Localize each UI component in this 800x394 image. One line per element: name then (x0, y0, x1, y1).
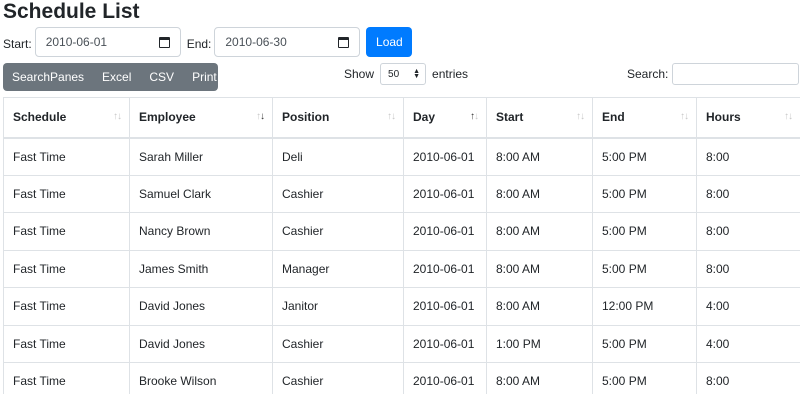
cell-day: 2010-06-01 (403, 174, 487, 213)
cell-schedule: Fast Time (3, 362, 130, 394)
end-date-value: 2010-06-30 (225, 35, 287, 49)
sort-icon: ↑↓ (113, 111, 122, 122)
cell-start: 8:00 AM (486, 249, 593, 288)
cell-schedule: Fast Time (3, 212, 130, 251)
cell-day: 2010-06-01 (403, 362, 487, 394)
csv-button[interactable]: CSV (140, 63, 183, 91)
select-arrows-icon: ▲ ▼ (413, 68, 421, 80)
cell-schedule: Fast Time (3, 137, 130, 176)
cell-schedule: Fast Time (3, 324, 130, 363)
date-filter: Start: 2010-06-01 End: 2010-06-30 Load (3, 27, 413, 57)
search-input[interactable] (672, 63, 800, 85)
excel-button[interactable]: Excel (93, 63, 140, 91)
cell-employee: Nancy Brown (129, 212, 273, 251)
sort-icon: ↑↓ (680, 111, 689, 122)
cell-employee: David Jones (129, 287, 273, 326)
table-row: Fast Time David Jones Cashier 2010-06-01 1:0… (3, 324, 800, 363)
search-label: Search: (627, 67, 669, 81)
searchpanes-button[interactable]: SearchPanes (3, 63, 93, 91)
cell-day: 2010-06-01 (403, 212, 487, 251)
cell-end: 12:00 PM (592, 287, 697, 326)
column-header-position[interactable]: Position ↑↓ (272, 97, 404, 139)
cell-employee: James Smith (129, 249, 273, 288)
column-header-schedule[interactable]: Schedule ↑↓ (3, 97, 130, 139)
cell-day: 2010-06-01 (403, 287, 487, 326)
cell-hours: 4:00 (696, 287, 800, 326)
cell-hours: 8:00 (696, 137, 800, 176)
cell-day: 2010-06-01 (403, 324, 487, 363)
table-row: Fast Time James Smith Manager 2010-06-01 8:0… (3, 249, 800, 288)
cell-start: 8:00 AM (486, 174, 593, 213)
cell-schedule: Fast Time (3, 249, 130, 288)
cell-position: Cashier (272, 174, 404, 213)
show-label: Show (344, 67, 375, 81)
cell-end: 5:00 PM (592, 174, 697, 213)
cell-day: 2010-06-01 (403, 137, 487, 176)
cell-employee: Samuel Clark (129, 174, 273, 213)
sort-icon: ↑↓ (784, 111, 793, 122)
sort-icon: ↑↓ (256, 111, 265, 122)
export-button-group: SearchPanes Excel CSV Print (3, 63, 218, 91)
table-row: Fast Time David Jones Janitor 2010-06-01 8:0… (3, 287, 800, 326)
cell-employee: Brooke Wilson (129, 362, 273, 394)
calendar-icon[interactable] (158, 36, 170, 48)
cell-hours: 8:00 (696, 174, 800, 213)
sort-icon: ↑↓ (576, 111, 585, 122)
start-date-input[interactable]: 2010-06-01 (34, 27, 181, 57)
cell-schedule: Fast Time (3, 174, 130, 213)
cell-start: 8:00 AM (486, 287, 593, 326)
column-header-hours[interactable]: Hours ↑↓ (696, 97, 800, 139)
cell-position: Deli (272, 137, 404, 176)
cell-start: 8:00 AM (486, 212, 593, 251)
sort-asc-icon: ↑↓ (470, 111, 479, 122)
sort-icon: ↑↓ (387, 111, 396, 122)
cell-hours: 8:00 (696, 362, 800, 394)
entries-select[interactable]: 50 ▲ ▼ (380, 63, 427, 85)
load-button[interactable]: Load (366, 27, 413, 57)
end-label: End: (186, 37, 212, 51)
cell-start: 8:00 AM (486, 137, 593, 176)
cell-employee: Sarah Miller (129, 137, 273, 176)
page-length: Show 50 ▲ ▼ entries (344, 63, 468, 85)
table-row: Fast Time Sarah Miller Deli 2010-06-01 8:00 … (3, 137, 800, 176)
cell-hours: 8:00 (696, 212, 800, 251)
start-label: Start: (3, 37, 32, 51)
cell-position: Cashier (272, 212, 404, 251)
print-button[interactable]: Print (183, 63, 226, 91)
cell-hours: 8:00 (696, 249, 800, 288)
column-header-day[interactable]: Day ↑↓ (403, 97, 487, 139)
cell-position: Cashier (272, 324, 404, 363)
cell-end: 5:00 PM (592, 137, 697, 176)
cell-start: 8:00 AM (486, 362, 593, 394)
page-title: Schedule List (3, 0, 140, 23)
cell-position: Cashier (272, 362, 404, 394)
table-row: Fast Time Samuel Clark Cashier 2010-06-01 8:… (3, 174, 800, 213)
cell-schedule: Fast Time (3, 287, 130, 326)
column-header-end[interactable]: End ↑↓ (592, 97, 697, 139)
cell-end: 5:00 PM (592, 212, 697, 251)
cell-employee: David Jones (129, 324, 273, 363)
table-row: Fast Time Nancy Brown Cashier 2010-06-01 8:0… (3, 212, 800, 251)
table-search: Search: (627, 63, 800, 85)
cell-end: 5:00 PM (592, 249, 697, 288)
column-header-employee[interactable]: Employee ↑↓ (129, 97, 273, 139)
schedule-table: Schedule ↑↓ Employee ↑↓ Position ↑↓ Day ↑↓ S… (3, 97, 800, 394)
start-date-value: 2010-06-01 (45, 35, 108, 49)
cell-end: 5:00 PM (592, 362, 697, 394)
cell-end: 5:00 PM (592, 324, 697, 363)
cell-day: 2010-06-01 (403, 249, 487, 288)
cell-position: Manager (272, 249, 404, 288)
cell-hours: 4:00 (696, 324, 800, 363)
entries-select-value: 50 (388, 68, 400, 80)
cell-start: 1:00 PM (486, 324, 593, 363)
column-header-start[interactable]: Start ↑↓ (486, 97, 593, 139)
table-row: Fast Time Brooke Wilson Cashier 2010-06-01 8… (3, 362, 800, 394)
cell-position: Janitor (272, 287, 404, 326)
entries-label: entries (432, 67, 469, 81)
end-date-input[interactable]: 2010-06-30 (214, 27, 361, 57)
calendar-icon[interactable] (338, 36, 350, 48)
table-header-row: Schedule ↑↓ Employee ↑↓ Position ↑↓ Day ↑↓ S… (3, 97, 800, 139)
